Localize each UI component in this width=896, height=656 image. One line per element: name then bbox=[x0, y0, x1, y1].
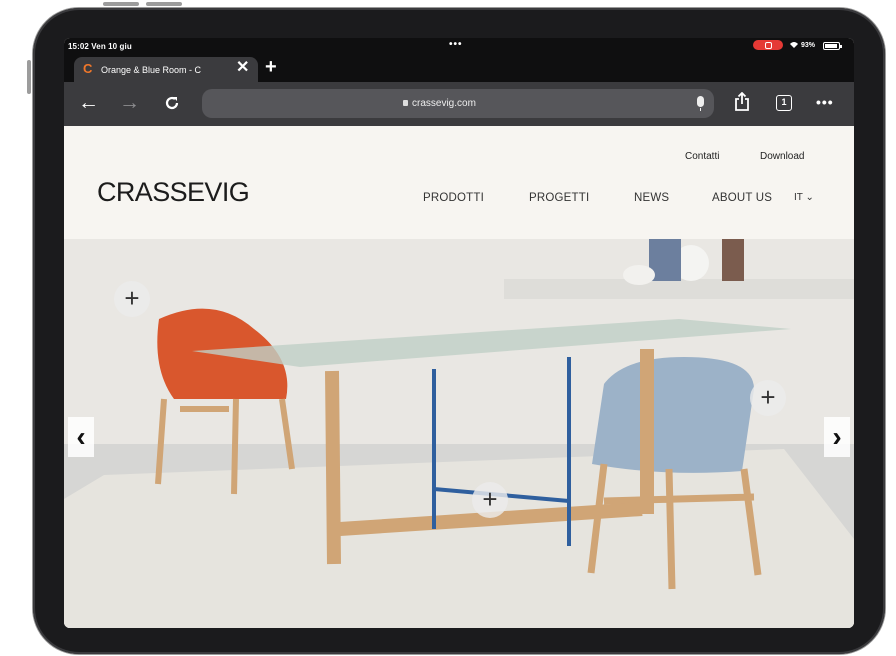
url-bar[interactable]: crassevig.com bbox=[202, 89, 714, 118]
status-time: 15:02 Ven 10 giu bbox=[68, 42, 132, 51]
url-text: crassevig.com bbox=[412, 98, 476, 109]
site-logo[interactable]: CRASSEVIG bbox=[97, 177, 250, 208]
nav-news[interactable]: NEWS bbox=[634, 192, 669, 204]
status-bar: 15:02 Ven 10 giu ••• 93% bbox=[64, 38, 854, 54]
site-header: Contatti Download CRASSEVIG PRODOTTI PRO… bbox=[64, 126, 854, 239]
favicon-icon: C bbox=[83, 61, 93, 76]
nav-prodotti[interactable]: PRODOTTI bbox=[423, 192, 484, 204]
screen: 15:02 Ven 10 giu ••• 93% C Orange & Blue… bbox=[64, 38, 854, 628]
language-selector[interactable]: IT ⌄ bbox=[794, 192, 814, 203]
top-button-right bbox=[146, 2, 182, 6]
battery-icon bbox=[823, 42, 842, 50]
nav-about-us[interactable]: ABOUT US bbox=[712, 192, 772, 204]
multitask-dots[interactable]: ••• bbox=[449, 39, 463, 50]
more-icon[interactable]: ••• bbox=[816, 94, 834, 110]
tabs-icon[interactable]: 1 bbox=[776, 95, 792, 111]
language-code: IT bbox=[794, 192, 803, 203]
hero-shelf bbox=[504, 279, 854, 299]
tab-bar: C Orange & Blue Room - C ✕ + bbox=[64, 54, 854, 82]
prev-slide-arrow[interactable]: ‹ bbox=[68, 417, 94, 457]
hero-white-bowl bbox=[623, 265, 655, 285]
share-icon[interactable] bbox=[734, 91, 750, 117]
hero-slider: + + + ‹ › bbox=[64, 239, 854, 628]
microphone-icon[interactable] bbox=[697, 96, 704, 111]
wifi-icon bbox=[789, 41, 799, 51]
contatti-link[interactable]: Contatti bbox=[685, 151, 719, 162]
hotspot-blue-chair[interactable]: + bbox=[750, 380, 786, 416]
close-tab-icon[interactable]: ✕ bbox=[236, 60, 249, 76]
hero-rug bbox=[64, 449, 854, 628]
nav-progetti[interactable]: PROGETTI bbox=[529, 192, 589, 204]
hotspot-table[interactable]: + bbox=[472, 482, 508, 518]
hero-image bbox=[64, 239, 854, 628]
back-icon[interactable]: ← bbox=[78, 91, 99, 115]
forward-icon[interactable]: → bbox=[119, 91, 140, 115]
hero-brown-vase bbox=[722, 239, 744, 281]
reload-icon[interactable] bbox=[163, 94, 181, 117]
lock-icon bbox=[403, 100, 408, 106]
chevron-down-icon: ⌄ bbox=[805, 192, 814, 203]
screen-record-icon[interactable] bbox=[753, 40, 783, 50]
next-slide-arrow[interactable]: › bbox=[824, 417, 850, 457]
hotspot-orange-chair[interactable]: + bbox=[114, 281, 150, 317]
battery-percent: 93% bbox=[801, 42, 816, 49]
tab-title: Orange & Blue Room - C bbox=[101, 65, 202, 75]
browser-toolbar: ← → crassevig.com 1 ••• bbox=[64, 82, 854, 126]
volume-up-button bbox=[27, 60, 31, 94]
top-button-left bbox=[103, 2, 139, 6]
new-tab-button[interactable]: + bbox=[265, 57, 277, 77]
hero-blue-chair-seat bbox=[592, 357, 754, 473]
browser-tab[interactable]: C Orange & Blue Room - C ✕ bbox=[74, 57, 258, 82]
download-link[interactable]: Download bbox=[760, 151, 804, 162]
tabs-count: 1 bbox=[776, 95, 792, 111]
